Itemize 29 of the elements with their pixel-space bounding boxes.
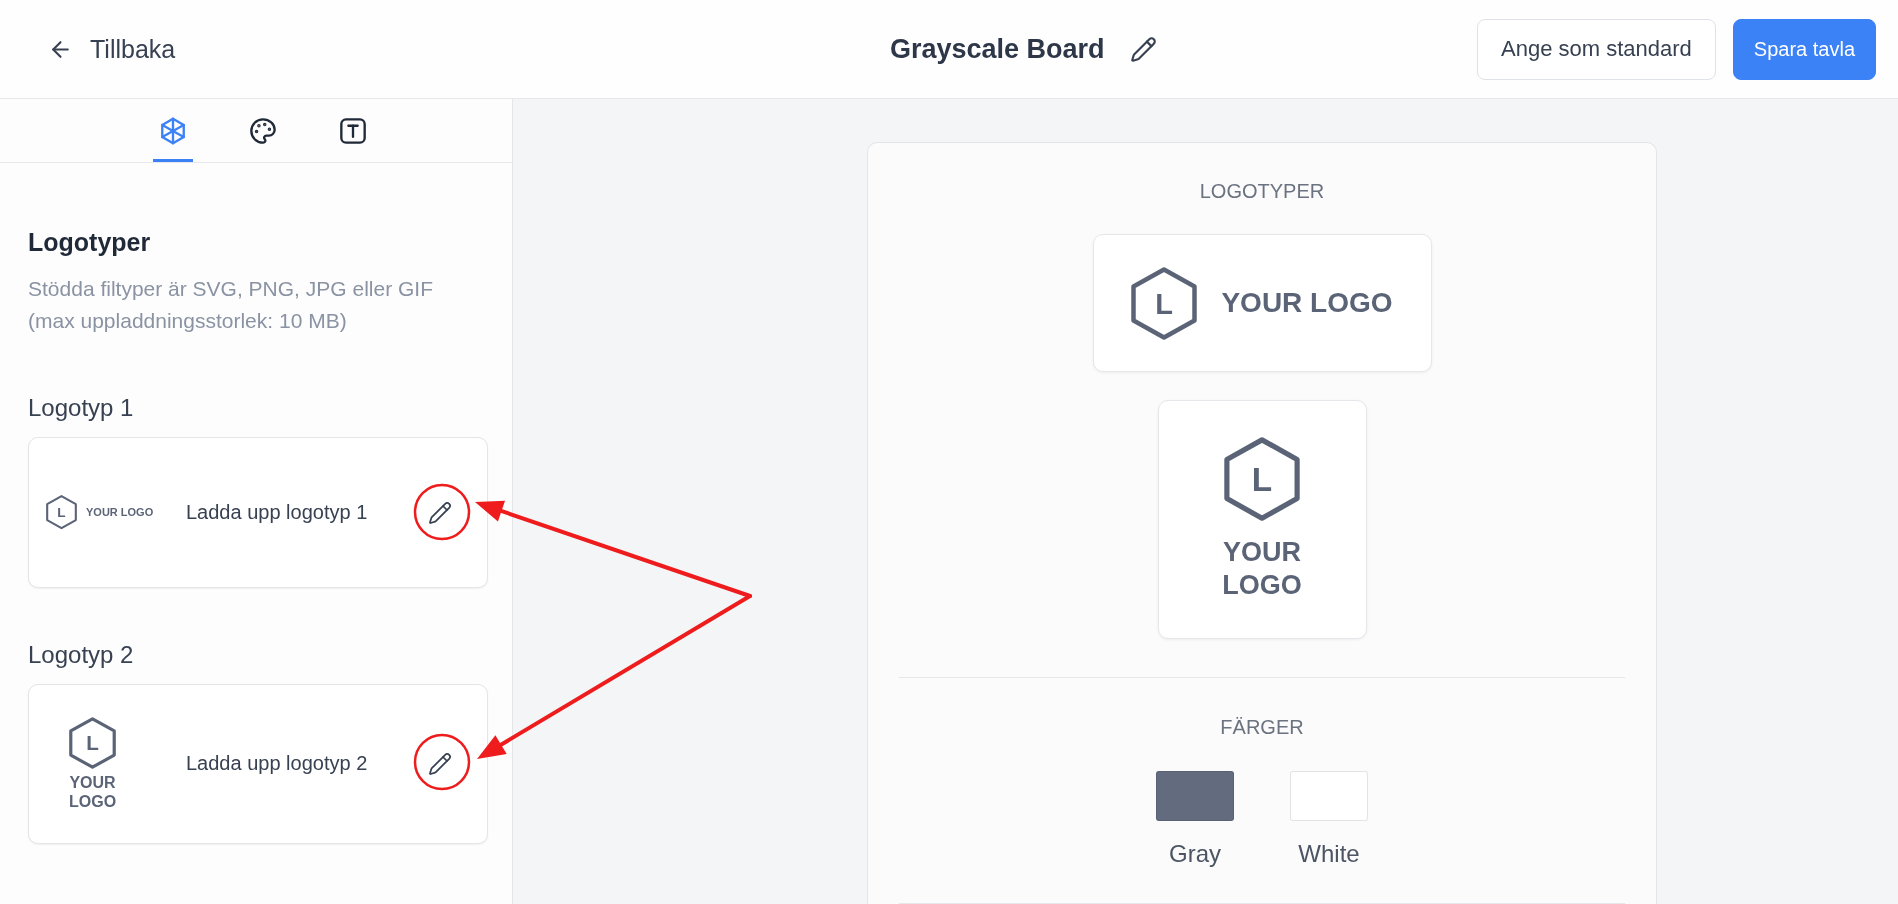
hexagon-icon bbox=[159, 116, 187, 145]
board-title: Grayscale Board bbox=[890, 33, 1105, 65]
logo-slot-label: Logotyp 2 bbox=[28, 640, 135, 670]
color-name: Gray bbox=[1169, 840, 1221, 868]
file-type-hint: Stödda filtyper är SVG, PNG, JPG eller GIF (max uppladdningsstorlek: 10 MB) bbox=[28, 276, 434, 334]
upload-label: Ladda upp logotyp 2 bbox=[186, 752, 369, 776]
color-name: White bbox=[1298, 840, 1360, 868]
section-heading: Logotyper bbox=[28, 227, 152, 257]
logo-wordmark: YOUR LOGO bbox=[1221, 287, 1393, 319]
pencil-icon bbox=[428, 752, 452, 776]
logo-wordmark: YOUR LOGO bbox=[1222, 536, 1302, 602]
logo-wordmark: YOUR LOGO bbox=[69, 773, 117, 811]
set-default-button[interactable]: Ange som standard bbox=[1477, 18, 1716, 80]
back-link[interactable]: Tillbaka bbox=[48, 34, 176, 64]
upload-label: Ladda upp logotyp 1 bbox=[186, 501, 369, 524]
save-button[interactable]: Spara tavla bbox=[1732, 18, 1876, 80]
logo-wordmark: YOUR LOGO bbox=[86, 506, 154, 519]
pencil-icon bbox=[428, 500, 452, 525]
logo-mark: L bbox=[46, 495, 77, 530]
pencil-icon bbox=[1130, 35, 1158, 63]
logo-mark: L bbox=[1131, 266, 1198, 340]
text-icon bbox=[339, 116, 367, 145]
logo-slot-label: Logotyp 1 bbox=[28, 393, 135, 423]
edit-title-button[interactable] bbox=[1128, 34, 1159, 64]
preview-section-title: FÄRGER bbox=[1220, 715, 1304, 739]
preview-section-title: LOGOTYPER bbox=[1199, 179, 1325, 203]
logo-mark: L bbox=[1224, 436, 1300, 521]
palette-icon bbox=[249, 116, 277, 145]
logo-mark: L bbox=[69, 717, 117, 769]
